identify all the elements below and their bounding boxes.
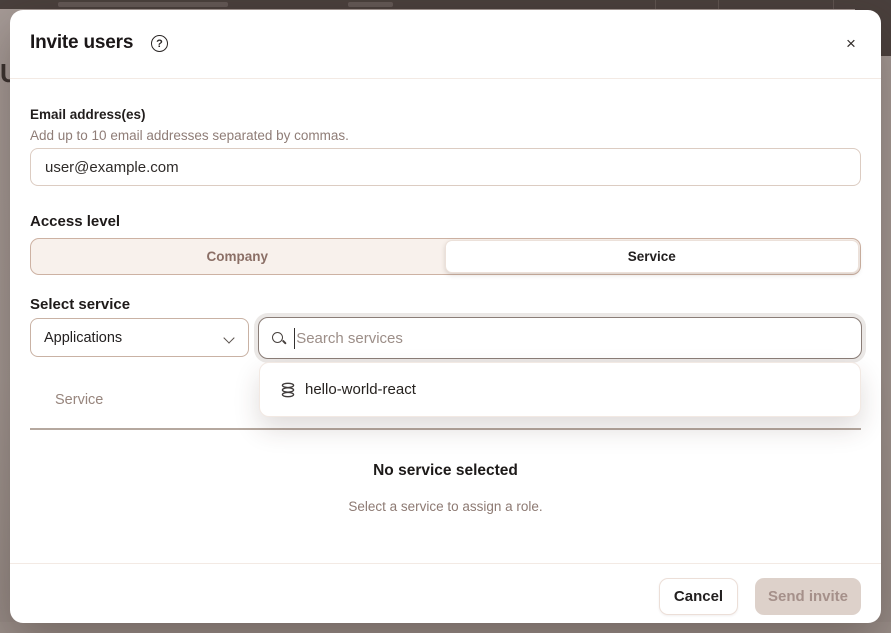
- email-input[interactable]: [30, 148, 861, 186]
- search-results-dropdown: hello-world-react: [259, 362, 861, 417]
- segment-company[interactable]: Company: [31, 239, 444, 274]
- modal-title: Invite users: [30, 32, 133, 54]
- table-divider: [30, 428, 861, 430]
- text-caret: [294, 328, 295, 349]
- service-type-select[interactable]: Applications: [30, 318, 249, 357]
- backdrop-nav-text-hint: [348, 2, 393, 7]
- invite-users-modal: Invite users ? × Email address(es) Add u…: [10, 10, 881, 623]
- segment-service[interactable]: Service: [445, 240, 860, 273]
- search-icon: [271, 331, 286, 346]
- service-column-header: Service: [55, 392, 103, 408]
- select-service-label: Select service: [30, 296, 130, 313]
- backdrop-nav-separator: [655, 0, 656, 9]
- service-type-select-value: Applications: [44, 330, 225, 346]
- service-search-input[interactable]: [296, 330, 849, 347]
- backdrop-bottom-strip: [0, 622, 891, 633]
- backdrop-nav-separator: [718, 0, 719, 9]
- backdrop-navbar: [0, 0, 891, 9]
- access-level-segmented-control: Company Service: [30, 238, 861, 275]
- chevron-down-icon: [225, 333, 235, 343]
- help-icon[interactable]: ?: [151, 35, 168, 52]
- cancel-button[interactable]: Cancel: [659, 578, 738, 615]
- search-result-item[interactable]: hello-world-react: [260, 370, 860, 410]
- segment-service-label: Service: [628, 249, 676, 264]
- empty-state-subtitle: Select a service to assign a role.: [10, 499, 881, 514]
- access-level-label: Access level: [30, 213, 120, 230]
- segment-company-label: Company: [206, 249, 268, 264]
- footer-divider: [10, 563, 881, 564]
- email-helper-text: Add up to 10 email addresses separated b…: [30, 128, 349, 143]
- backdrop-nav-text-hint: [58, 2, 228, 7]
- service-search-box[interactable]: [258, 317, 862, 359]
- background-page-heading-fragment: U: [0, 58, 10, 89]
- send-invite-button[interactable]: Send invite: [755, 578, 861, 615]
- search-result-name: hello-world-react: [305, 381, 416, 398]
- empty-state-title: No service selected: [10, 462, 881, 480]
- stack-icon: [280, 382, 296, 398]
- backdrop-nav-separator: [833, 0, 834, 9]
- email-label: Email address(es): [30, 107, 146, 122]
- close-icon[interactable]: ×: [837, 30, 865, 58]
- header-divider: [10, 78, 881, 79]
